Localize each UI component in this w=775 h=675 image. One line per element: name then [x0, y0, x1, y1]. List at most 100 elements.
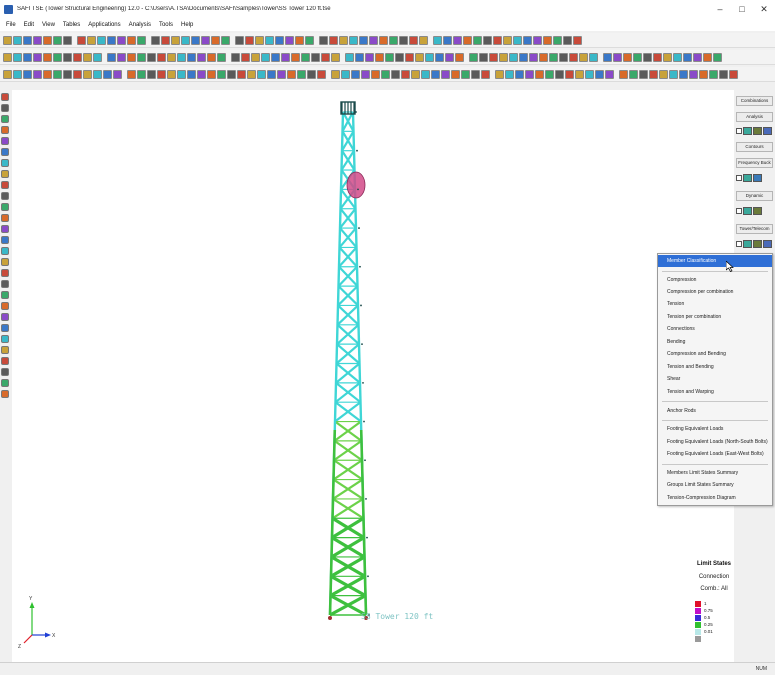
menu-tension-and-bending[interactable]: Tension and Bending — [658, 361, 772, 373]
standard-tool-icon-35[interactable] — [359, 35, 368, 45]
display-tool-icon-40[interactable] — [401, 69, 410, 79]
modeling-tool-icon-20[interactable] — [197, 52, 206, 62]
display-tool-icon-68[interactable] — [689, 69, 698, 79]
menu-footing-loads-north-south[interactable]: Footing Equivalent Loads (North-South Bo… — [658, 436, 772, 448]
display-tool-icon-50[interactable] — [505, 69, 514, 79]
standard-tool-icon-15[interactable] — [151, 35, 160, 45]
tower-results-icon[interactable] — [743, 240, 752, 248]
menu-help[interactable]: Help — [177, 22, 197, 28]
menu-anchor-rods[interactable]: Anchor Rods — [658, 405, 772, 417]
standard-tool-icon-20[interactable] — [201, 35, 210, 45]
left-tool-icon-11[interactable] — [1, 203, 9, 211]
modeling-tool-icon-56[interactable] — [569, 52, 578, 62]
display-tool-icon-64[interactable] — [649, 69, 658, 79]
display-tool-icon-32[interactable] — [317, 69, 326, 79]
modeling-tool-icon-45[interactable] — [455, 52, 464, 62]
modeling-tool-icon-26[interactable] — [261, 52, 270, 62]
modeling-tool-icon-65[interactable] — [663, 52, 672, 62]
display-tool-icon-16[interactable] — [157, 69, 166, 79]
modeling-tool-icon-39[interactable] — [395, 52, 404, 62]
frequency-header[interactable]: Frequency Buck — [736, 158, 773, 168]
dynamic-diagram-icon[interactable] — [753, 207, 762, 215]
modeling-tool-icon-24[interactable] — [241, 52, 250, 62]
standard-tool-icon-24[interactable] — [245, 35, 254, 45]
modeling-tool-icon-53[interactable] — [539, 52, 548, 62]
left-tool-icon-17[interactable] — [1, 269, 9, 277]
modeling-tool-icon-15[interactable] — [147, 52, 156, 62]
display-tool-icon-54[interactable] — [545, 69, 554, 79]
tower-node[interactable] — [356, 149, 358, 152]
modeling-tool-icon-48[interactable] — [489, 52, 498, 62]
standard-tool-icon-11[interactable] — [107, 35, 116, 45]
display-tool-icon-5[interactable] — [43, 69, 52, 79]
display-tool-icon-72[interactable] — [729, 69, 738, 79]
standard-tool-icon-6[interactable] — [53, 35, 62, 45]
modeling-tool-icon-5[interactable] — [43, 52, 52, 62]
display-tool-icon-7[interactable] — [63, 69, 72, 79]
display-tool-icon-59[interactable] — [595, 69, 604, 79]
modeling-tool-icon-38[interactable] — [385, 52, 394, 62]
display-tool-icon-25[interactable] — [247, 69, 256, 79]
display-tool-icon-70[interactable] — [709, 69, 718, 79]
left-tool-icon-1[interactable] — [1, 93, 9, 101]
display-tool-icon-11[interactable] — [103, 69, 112, 79]
display-tool-icon-36[interactable] — [361, 69, 370, 79]
modeling-tool-icon-54[interactable] — [549, 52, 558, 62]
modeling-tool-icon-37[interactable] — [375, 52, 384, 62]
menu-bending[interactable]: Bending — [658, 336, 772, 348]
modeling-tool-icon-30[interactable] — [301, 52, 310, 62]
display-tool-icon-26[interactable] — [257, 69, 266, 79]
menu-tension-and-warping[interactable]: Tension and Warping — [658, 386, 772, 398]
display-tool-icon-31[interactable] — [307, 69, 316, 79]
modeling-tool-icon-63[interactable] — [643, 52, 652, 62]
modeling-tool-icon-13[interactable] — [127, 52, 136, 62]
standard-tool-icon-3[interactable] — [23, 35, 32, 45]
maximize-button[interactable]: □ — [731, 0, 753, 18]
standard-tool-icon-14[interactable] — [137, 35, 146, 45]
left-tool-icon-21[interactable] — [1, 313, 9, 321]
left-tool-icon-4[interactable] — [1, 126, 9, 134]
standard-tool-icon-49[interactable] — [503, 35, 512, 45]
tower-limit-states-icon[interactable] — [753, 240, 762, 248]
standard-tool-icon-39[interactable] — [399, 35, 408, 45]
display-tool-icon-65[interactable] — [659, 69, 668, 79]
standard-tool-icon-21[interactable] — [211, 35, 220, 45]
display-tool-icon-17[interactable] — [167, 69, 176, 79]
combinations-header[interactable]: Combinations — [736, 96, 773, 106]
modeling-tool-icon-59[interactable] — [603, 52, 612, 62]
display-tool-icon-14[interactable] — [137, 69, 146, 79]
modeling-tool-icon-32[interactable] — [321, 52, 330, 62]
display-tool-icon-44[interactable] — [441, 69, 450, 79]
modeling-tool-icon-44[interactable] — [445, 52, 454, 62]
display-tool-icon-34[interactable] — [341, 69, 350, 79]
standard-tool-icon-30[interactable] — [305, 35, 314, 45]
minimize-button[interactable]: – — [709, 0, 731, 18]
tower-node[interactable] — [361, 343, 363, 346]
tower-settings-icon[interactable] — [763, 240, 772, 248]
left-tool-icon-8[interactable] — [1, 170, 9, 178]
display-tool-icon-55[interactable] — [555, 69, 564, 79]
display-tool-icon-49[interactable] — [495, 69, 504, 79]
display-tool-icon-56[interactable] — [565, 69, 574, 79]
dynamic-header[interactable]: Dynamic — [736, 191, 773, 201]
display-tool-icon-22[interactable] — [217, 69, 226, 79]
display-tool-icon-37[interactable] — [371, 69, 380, 79]
display-tool-icon-63[interactable] — [639, 69, 648, 79]
left-tool-icon-9[interactable] — [1, 181, 9, 189]
display-tool-icon-9[interactable] — [83, 69, 92, 79]
left-tool-icon-15[interactable] — [1, 247, 9, 255]
display-tool-icon-19[interactable] — [187, 69, 196, 79]
display-tool-icon-60[interactable] — [605, 69, 614, 79]
display-tool-icon-48[interactable] — [481, 69, 490, 79]
tower-node[interactable] — [365, 498, 367, 500]
standard-tool-icon-50[interactable] — [513, 35, 522, 45]
left-tool-icon-6[interactable] — [1, 148, 9, 156]
modeling-tool-icon-58[interactable] — [589, 52, 598, 62]
standard-tool-icon-23[interactable] — [235, 35, 244, 45]
display-tool-icon-1[interactable] — [3, 69, 12, 79]
tower-model[interactable] — [328, 101, 370, 620]
standard-tool-icon-41[interactable] — [419, 35, 428, 45]
standard-tool-icon-18[interactable] — [181, 35, 190, 45]
modeling-tool-icon-69[interactable] — [703, 52, 712, 62]
display-tool-icon-42[interactable] — [421, 69, 430, 79]
